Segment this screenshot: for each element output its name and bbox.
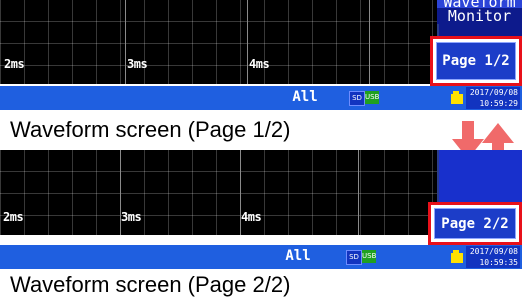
page-button-highlight: Page 1/2 <box>430 36 522 86</box>
status-warning-icon <box>451 250 463 263</box>
time-axis-tick: 3ms <box>127 57 148 71</box>
caption-page-1: Waveform screen (Page 1/2) <box>10 117 291 142</box>
channel-all-label[interactable]: All <box>286 89 324 105</box>
clock-time: 10:59:35 <box>479 258 518 267</box>
usb-icon: USB <box>362 250 376 263</box>
time-axis-tick: 4ms <box>249 57 270 71</box>
channel-all-label[interactable]: All <box>279 248 317 264</box>
grid-division-line <box>125 0 126 84</box>
clock-date: 2017/09/08 <box>469 247 518 256</box>
status-bar: All SD USB 2017/09/08 10:59:35 <box>0 245 522 269</box>
status-bar: All SD USB 2017/09/08 10:59:29 <box>0 86 522 110</box>
grid-division-line <box>369 0 370 84</box>
waveform-plot-area <box>0 150 439 235</box>
clock-date: 2017/09/08 <box>469 88 518 97</box>
clock-display: 2017/09/08 10:59:29 <box>466 87 520 109</box>
time-axis-tick: 3ms <box>121 210 142 224</box>
sd-card-icon: SD <box>349 91 365 106</box>
time-axis-tick: 4ms <box>241 210 262 224</box>
waveform-screen-page-1: 2ms 3ms 4ms Waveform Monitor Page 1/2 Al… <box>0 0 522 120</box>
page-toggle-button[interactable]: Page 1/2 <box>436 42 516 80</box>
monitor-title: Monitor <box>437 8 522 24</box>
clock-time: 10:59:29 <box>479 99 518 108</box>
clock-display: 2017/09/08 10:59:35 <box>466 246 520 268</box>
status-warning-icon <box>451 91 463 104</box>
grid-division-line <box>247 0 248 84</box>
time-axis-tick: 2ms <box>3 210 24 224</box>
page-button-highlight: Page 2/2 <box>428 202 522 245</box>
caption-page-2: Waveform screen (Page 2/2) <box>10 272 291 297</box>
waveform-plot-area <box>0 0 439 84</box>
page-toggle-button[interactable]: Page 2/2 <box>434 208 516 239</box>
grid-division-line <box>358 150 359 235</box>
sd-card-icon: SD <box>346 250 362 265</box>
time-axis-tick: 2ms <box>4 57 25 71</box>
usb-icon: USB <box>365 91 379 104</box>
waveform-screen-page-2: 2ms 3ms 4ms Page 2/2 All SD USB 2017/09/… <box>0 150 522 270</box>
